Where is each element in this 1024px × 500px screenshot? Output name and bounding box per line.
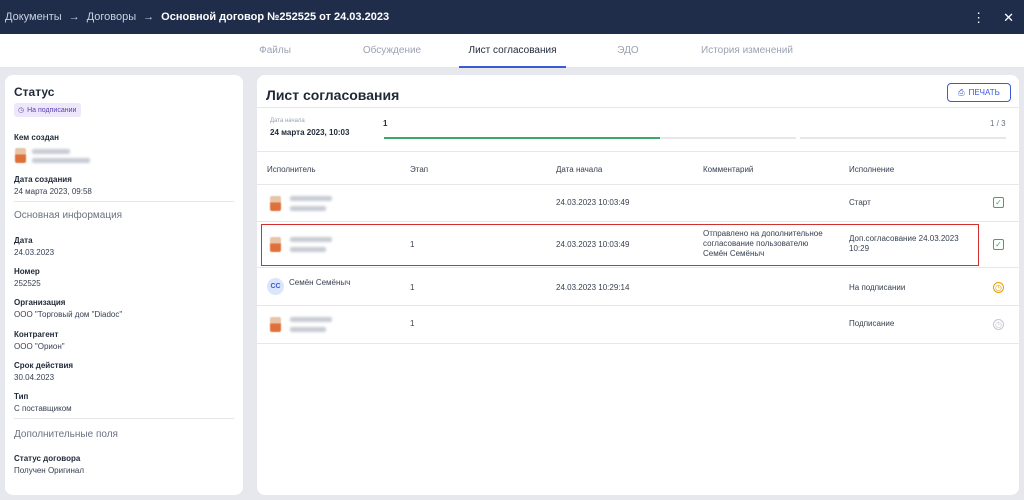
tab-approval-sheet[interactable]: Лист согласования <box>459 34 566 68</box>
step-progress-1 <box>384 137 796 139</box>
clock-icon: ◷ <box>993 319 1004 330</box>
approval-sheet-panel: Лист согласования ⎙ ПЕЧАТЬ Дата начала 2… <box>257 75 1019 495</box>
page-title: Основной договор №252525 от 24.03.2023 <box>161 11 390 23</box>
table-row[interactable]: 1 Подписание ◷ <box>257 306 1019 343</box>
step-progress-3 <box>800 137 1006 139</box>
created-by-label: Кем создан <box>14 133 59 142</box>
avatar <box>270 317 281 332</box>
status-badge-label: На подписании <box>27 106 77 114</box>
field-value-date: 24.03.2023 <box>14 248 55 257</box>
breadcrumb-separator: → <box>143 11 155 23</box>
approval-sheet-title: Лист согласования <box>266 87 400 103</box>
status-heading: Статус <box>14 85 55 99</box>
step-progress-fill <box>384 137 661 139</box>
tabs-bar: Файлы Обсуждение Лист согласования ЭДО И… <box>0 34 1024 68</box>
highlight-box <box>261 224 979 266</box>
execution-status: Подписание <box>849 319 895 328</box>
stage: 1 <box>410 319 415 328</box>
printer-icon: ⎙ <box>958 87 965 97</box>
document-info-panel: Статус ◷ На подписании Кем создан Дата с… <box>5 75 243 495</box>
field-label-counterparty: Контрагент <box>14 330 59 339</box>
field-label-type: Тип <box>14 392 29 401</box>
clock-icon: ◷ <box>18 107 25 114</box>
blurred-name <box>290 317 332 322</box>
execution-status: На подписании <box>849 283 906 292</box>
field-label-validity: Срок действия <box>14 361 74 370</box>
contract-status-label: Статус договора <box>14 454 81 463</box>
extra-fields-heading: Дополнительные поля <box>14 429 118 440</box>
created-date-value: 24 марта 2023, 09:58 <box>14 187 92 196</box>
more-options-icon[interactable]: ⋮ <box>972 11 985 24</box>
table-row[interactable]: СС Семён Семёныч 1 24.03.2023 10:29:14 Н… <box>257 268 1019 305</box>
column-header-executor: Исполнитель <box>267 165 316 174</box>
top-bar: Документы → Договоры → Основной договор … <box>0 0 1024 34</box>
field-value-counterparty: ООО "Орион" <box>14 342 65 351</box>
field-label-date: Дата <box>14 236 33 245</box>
divider <box>14 201 234 202</box>
main-info-heading: Основная информация <box>14 210 123 221</box>
check-icon: ✓ <box>993 239 1004 250</box>
table-row[interactable]: 24.03.2023 10:03:49 Старт ✓ <box>257 185 1019 221</box>
tab-discussion[interactable]: Обсуждение <box>358 34 426 68</box>
breadcrumb-documents[interactable]: Документы <box>5 11 62 23</box>
check-icon: ✓ <box>993 197 1004 208</box>
execution-status: Старт <box>849 198 871 207</box>
contract-status-value: Получен Оригинал <box>14 466 85 475</box>
start-date: 24.03.2023 10:03:49 <box>556 198 630 207</box>
stage: 1 <box>410 283 415 292</box>
breadcrumb-contracts[interactable]: Договоры <box>87 11 136 23</box>
start-date-value: 24 марта 2023, 10:03 <box>270 128 350 137</box>
field-value-organization: ООО "Торговый дом "Diadoc" <box>14 310 123 319</box>
close-icon[interactable]: ✕ <box>1003 11 1014 24</box>
tab-edo[interactable]: ЭДО <box>612 34 644 68</box>
start-date: 24.03.2023 10:29:14 <box>556 283 630 292</box>
column-header-start-date: Дата начала <box>556 165 603 174</box>
column-header-comment: Комментарий <box>703 165 754 174</box>
current-step: 1 <box>383 119 388 128</box>
status-badge: ◷ На подписании <box>14 103 82 117</box>
start-date-caption: Дата начала <box>270 118 305 124</box>
blurred-name <box>32 149 70 154</box>
field-label-number: Номер <box>14 267 40 276</box>
step-counter: 1 / 3 <box>990 119 1006 128</box>
divider <box>14 418 234 419</box>
created-date-label: Дата создания <box>14 175 72 184</box>
tab-files[interactable]: Файлы <box>255 34 295 68</box>
blurred-name <box>290 196 332 201</box>
field-value-validity: 30.04.2023 <box>14 373 55 382</box>
column-header-stage: Этап <box>410 165 429 174</box>
clock-icon: ◷ <box>993 282 1004 293</box>
blurred-position <box>32 158 90 163</box>
breadcrumb-separator: → <box>68 11 80 23</box>
divider <box>257 151 1019 152</box>
field-label-organization: Организация <box>14 298 66 307</box>
avatar <box>270 196 281 211</box>
field-value-number: 252525 <box>14 279 41 288</box>
blurred-position <box>290 206 326 211</box>
blurred-position <box>290 327 326 332</box>
executor-name: Семён Семёныч <box>289 278 351 287</box>
field-value-type: С поставщиком <box>14 404 72 413</box>
print-button-label: ПЕЧАТЬ <box>968 88 1000 97</box>
column-header-execution: Исполнение <box>849 165 895 174</box>
avatar <box>15 148 26 163</box>
print-button[interactable]: ⎙ ПЕЧАТЬ <box>947 83 1011 102</box>
tab-history[interactable]: История изменений <box>697 34 797 68</box>
avatar: СС <box>267 278 284 295</box>
divider <box>257 343 1019 344</box>
divider <box>257 107 1019 108</box>
